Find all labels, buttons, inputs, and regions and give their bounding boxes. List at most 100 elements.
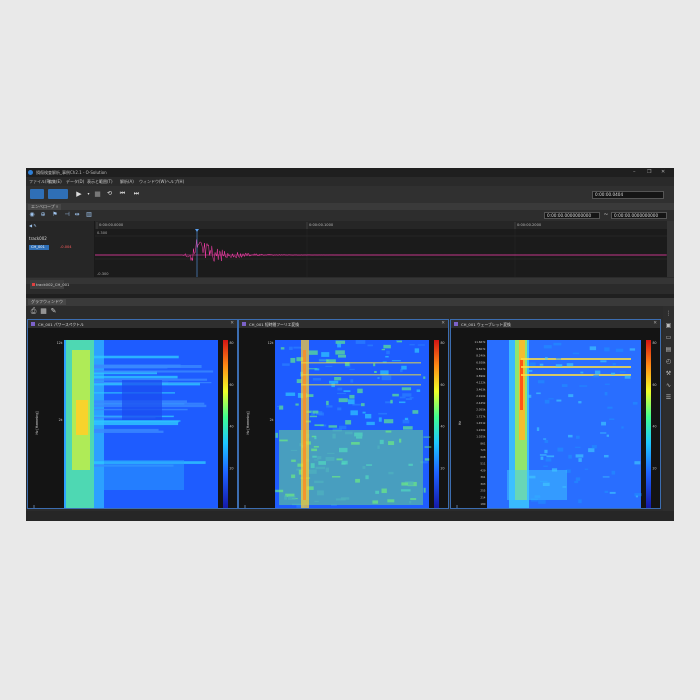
menu-analysis[interactable]: 解析(A) [120, 179, 134, 185]
colorbar-tick-label: 40 [441, 425, 445, 429]
clock-icon[interactable]: ◴ [665, 358, 672, 365]
colorbar-tick-label: 0 [230, 508, 232, 509]
play-icon[interactable]: ▶ [74, 189, 84, 199]
y-tick-label: 1.220k [476, 428, 486, 432]
app-logo-icon [28, 170, 33, 175]
panel-color-icon [242, 322, 246, 326]
menu-data[interactable]: データ(D) [66, 179, 84, 185]
colorbar-tick-label: 80 [441, 341, 445, 345]
y-tick-label: 180 [480, 502, 485, 506]
y-axis-label: Hz [Hamming] [35, 411, 39, 434]
curve-icon[interactable]: ∿ [665, 382, 672, 389]
track-name[interactable]: track002 [29, 236, 47, 241]
more-options-icon[interactable]: ⋮ [665, 310, 672, 317]
y-tick-label: 255 [480, 489, 485, 493]
tab-envelope[interactable]: エンベロープ ☓ [28, 203, 62, 210]
list-icon[interactable]: ☰ [665, 394, 672, 401]
range-tool-button[interactable] [48, 189, 68, 199]
status-bar [26, 511, 674, 521]
minimize-button[interactable]: – [633, 169, 636, 175]
colorbar-tick-label: 20 [653, 466, 657, 470]
time-display: 0:00:00.0404 [592, 191, 664, 199]
spectrogram-plot: 80604020012k2k100Hz [Hamming]0s [244, 340, 445, 508]
ruler-tick-1: 0:00:00.1000 [309, 223, 334, 227]
colorbar-tick-label: 40 [653, 425, 657, 429]
y-tick-label: 1.451k [476, 421, 486, 425]
menu-view-range[interactable]: 表示と範囲(T) [87, 179, 113, 185]
colorbar-tick-label: 80 [230, 341, 234, 345]
menu-window[interactable]: ウィンドウ(W) [139, 179, 166, 185]
close-button[interactable]: ✕ [661, 169, 665, 175]
axis-orientation-icon [456, 505, 458, 508]
play-options-chevron-icon[interactable]: ▾ [86, 189, 91, 199]
waveform-svg: 0:00:00.0000 0:00:00.1000 0:00:00.2000 0… [95, 221, 667, 277]
colorbar-tick-label: 20 [441, 466, 445, 470]
y-tick-label: 2.910k [476, 394, 486, 398]
spectrogram-panel-3[interactable]: CH_001 ウェーブレット変換 ✕ 80 60 40 20 0 11.667k 9.807k 8… [450, 319, 661, 509]
tab-graph-window[interactable]: グラフウィンドウ [28, 298, 66, 305]
tools-icon[interactable]: ⚒ [665, 370, 672, 377]
table-icon[interactable]: ▤ [665, 346, 672, 353]
menu-help[interactable]: ヘルプ(H) [166, 179, 184, 185]
graph-panel-header: グラフウィンドウ [26, 298, 674, 306]
spectrogram-panel-2[interactable]: CH_001 短時間フーリエ変換✕80604020012k2k100Hz [Ha… [238, 319, 449, 509]
zoom-icon[interactable]: ⊕ [40, 212, 46, 218]
monitor-icon[interactable]: ▭ [665, 334, 672, 341]
waveform-toolbar: ◉ ⊕ ⚑ ⊣ ⇹ ▥ 0:00:00.0000000000 ~ 0:00:00… [26, 210, 674, 221]
spectrogram-title: CH_001 ウェーブレット変換 [461, 321, 511, 327]
track-color-icon [32, 283, 35, 286]
marker-icon[interactable]: ⊣ [64, 212, 70, 218]
channel-badge[interactable]: CH_001 [29, 245, 49, 250]
pen-icon[interactable]: ✎ [50, 308, 57, 315]
y-tick-label: 12k [57, 341, 63, 345]
export-icon[interactable]: ⎙ [30, 308, 37, 315]
link-icon[interactable]: ~ [603, 212, 609, 218]
y-tick-label: 429 [480, 468, 485, 472]
select-tool-button[interactable] [30, 189, 44, 199]
flag-icon[interactable]: ⚑ [52, 212, 58, 218]
track-tab[interactable]: track002_CH_001 [30, 280, 69, 289]
skip-back-icon[interactable]: ⏮ [118, 189, 127, 199]
spectrogram-title: CH_001 パワースペクトル [38, 321, 84, 327]
colorbar-tick-label: 40 [230, 425, 234, 429]
ruler-tick-0: 0:00:00.0000 [99, 223, 124, 227]
main-toolbar: ▶ ▾ ■ ⟲ ⏮ ⏭ 0:00:00.0404 [26, 186, 674, 204]
y-tick-label: 214 [480, 495, 485, 499]
waveform-view[interactable]: 0:00:00.0000 0:00:00.1000 0:00:00.2000 0… [95, 221, 667, 277]
waveform-vertical-scrollbar[interactable] [667, 221, 674, 277]
loop-icon[interactable]: ⟲ [105, 189, 114, 199]
y-tick-label: 2.055k [476, 408, 486, 412]
y-tick-label: 1.025k [476, 435, 486, 439]
menu-edit[interactable]: 編集(E) [48, 179, 62, 185]
close-panel-icon[interactable]: ✕ [230, 321, 234, 326]
close-panel-icon[interactable]: ✕ [653, 321, 657, 326]
sync-icon[interactable]: ⇹ [74, 212, 80, 218]
save-icon[interactable]: ▣ [665, 322, 672, 329]
menu-bar: ファイル(F) 編集(E) データ(D) 表示と範囲(T) 解析(A) ウィンド… [26, 177, 674, 186]
graph-toolbar: ⎙ ▦ ✎ [26, 306, 674, 318]
cursor-mode-icon[interactable]: ◉ [29, 212, 35, 218]
right-sidebar: ⋮ ▣ ▭ ▤ ◴ ⚒ ∿ ☰ [663, 306, 674, 511]
y-tick-label: 2k [59, 418, 63, 422]
colorbar [223, 340, 228, 508]
y-tick-label: 5.827k [476, 367, 486, 371]
close-panel-icon[interactable]: ✕ [441, 321, 445, 326]
y-tick-label: 723 [480, 448, 485, 452]
waveform-horizontal-scrollbar[interactable] [26, 278, 674, 284]
speaker-icon[interactable]: ◀ ✎ [29, 223, 37, 228]
spectrogram-plot: 80604020012k2k100Hz [Hamming]0s [33, 340, 234, 509]
position-display-b: 0:00:00.0000000000 [611, 212, 667, 219]
stop-icon[interactable]: ■ [93, 189, 102, 199]
channel-value: -0.004 [60, 245, 72, 249]
spectrogram-title: CH_001 短時間フーリエ変換 [249, 321, 300, 327]
panel-color-icon [454, 322, 458, 326]
layout-grid-icon[interactable]: ▦ [40, 308, 47, 315]
grid-icon[interactable]: ▥ [86, 212, 92, 218]
y-tick-label: 9.807k [476, 347, 486, 351]
maximize-button[interactable]: ❐ [647, 169, 651, 175]
title-bar: 損傷検査解析_事例Ch2.1 - O-Solution – ❐ ✕ [26, 168, 674, 177]
colorbar-tick-label: 20 [230, 466, 234, 470]
skip-forward-icon[interactable]: ⏭ [132, 189, 141, 199]
y-tick-label: 6.928k [476, 360, 486, 364]
spectrogram-panel-1[interactable]: CH_001 パワースペクトル✕80604020012k2k100Hz [Ham… [27, 319, 238, 509]
